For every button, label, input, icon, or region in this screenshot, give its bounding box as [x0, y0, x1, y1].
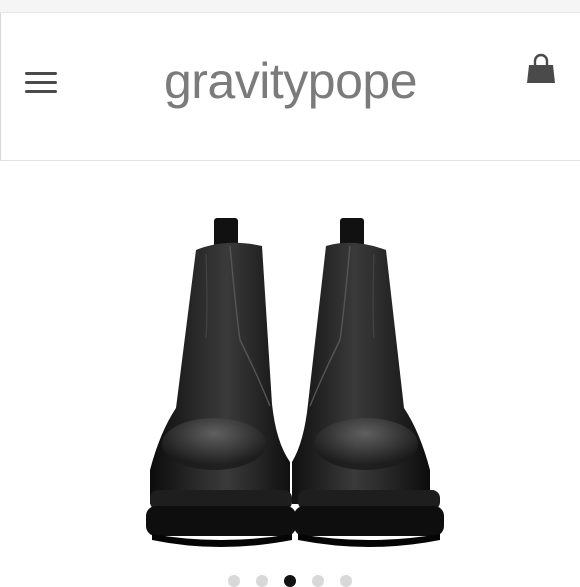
product-image	[146, 218, 444, 547]
carousel-dot[interactable]	[284, 575, 296, 587]
left-boot	[146, 218, 296, 547]
product-gallery[interactable]	[0, 162, 580, 580]
shopping-bag-svg	[527, 53, 555, 83]
browser-top-strip	[0, 0, 580, 13]
carousel-dot[interactable]	[312, 575, 324, 587]
right-boot	[292, 218, 444, 547]
carousel-dot[interactable]	[228, 575, 240, 587]
carousel-dot[interactable]	[340, 575, 352, 587]
site-logo[interactable]: gravitypope	[1, 51, 580, 111]
site-header: gravitypope	[0, 13, 580, 161]
shopping-bag-icon[interactable]	[525, 53, 557, 87]
carousel-dot[interactable]	[256, 575, 268, 587]
carousel-dots	[0, 575, 580, 587]
